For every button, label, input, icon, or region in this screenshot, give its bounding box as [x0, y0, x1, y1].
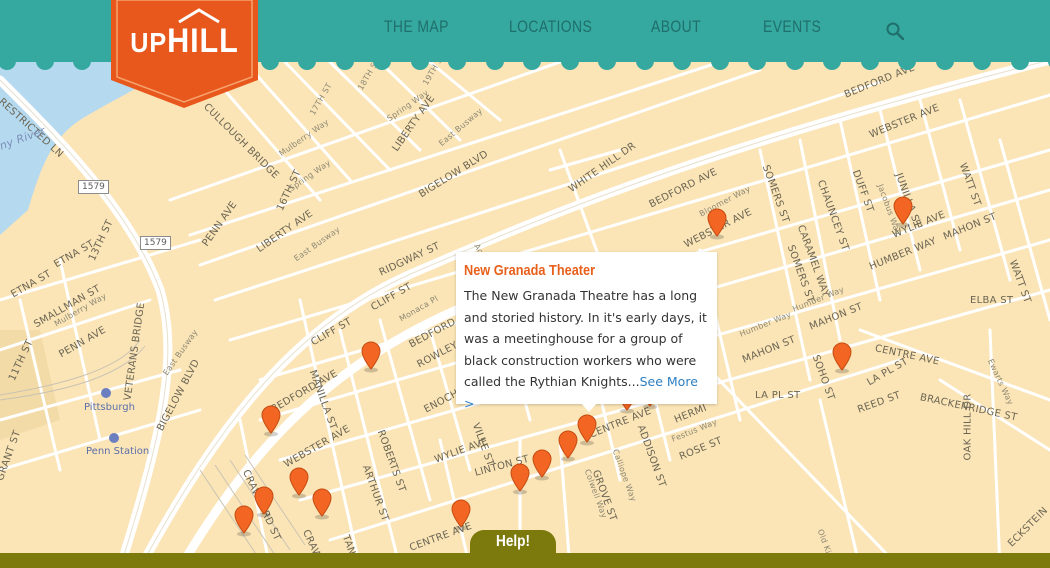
street-label: OAK HILL DR [962, 393, 974, 461]
map-marker-icon[interactable] [831, 342, 853, 374]
map-marker-icon[interactable] [706, 208, 728, 240]
map-marker-icon[interactable] [509, 463, 531, 495]
route-shield: 1579 [78, 180, 109, 194]
popup-description: The New Granada Theatre has a long and s… [464, 285, 712, 414]
popup-title: New Granada Theater [464, 262, 596, 279]
train-station-icon [109, 433, 119, 443]
map-marker-icon[interactable] [288, 467, 310, 499]
poi-label-pittsburgh: Pittsburgh [84, 402, 135, 413]
map-marker-icon[interactable] [892, 196, 914, 228]
nav-the-map[interactable]: THE MAP [384, 17, 449, 37]
search-icon[interactable] [886, 22, 904, 40]
nav-locations[interactable]: LOCATIONS [509, 17, 592, 37]
location-popup: New Granada Theater The New Granada Thea… [456, 252, 717, 411]
help-label: Help! [496, 533, 530, 550]
logo-wordmark: UPHILL [130, 22, 239, 60]
map-marker-icon[interactable] [450, 499, 472, 531]
popup-pointer [580, 402, 598, 412]
map-marker-icon[interactable] [360, 341, 382, 373]
uphill-logo[interactable]: UPHILL [111, 0, 258, 108]
street-label: ELBA ST [970, 295, 1014, 306]
nav-about[interactable]: ABOUT [651, 17, 701, 37]
map-marker-icon[interactable] [531, 449, 553, 481]
map-marker-icon[interactable] [253, 486, 275, 518]
rail-station-icon [101, 388, 111, 398]
map-marker-icon[interactable] [260, 405, 282, 437]
street-label: LA PL ST [755, 390, 801, 401]
route-shield: 1579 [140, 236, 171, 250]
poi-label-penn-station: Penn Station [86, 446, 150, 457]
map-marker-icon[interactable] [233, 505, 255, 537]
map-marker-icon[interactable] [311, 488, 333, 520]
help-button[interactable]: Help! [470, 530, 556, 556]
nav-events[interactable]: EVENTS [763, 17, 821, 37]
map-marker-icon[interactable] [576, 414, 598, 446]
